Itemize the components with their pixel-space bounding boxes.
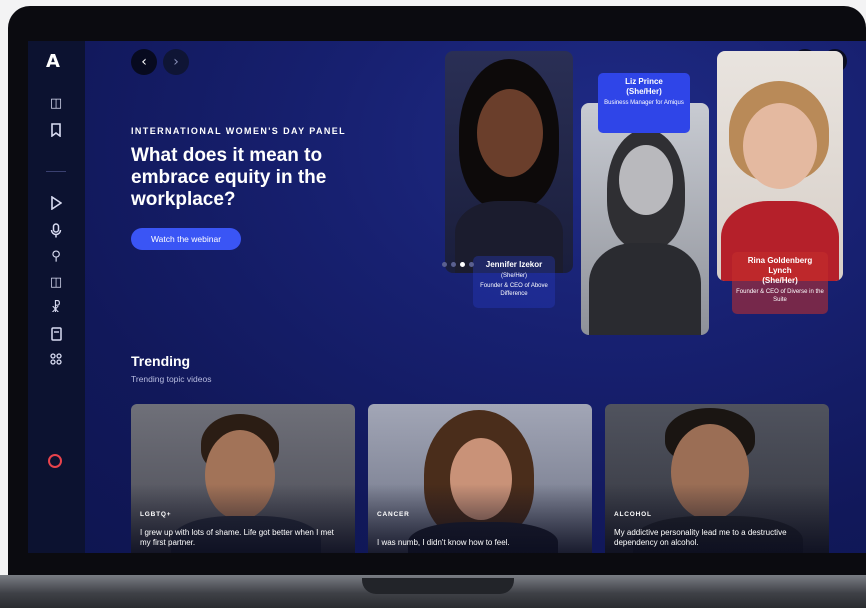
apps-icon[interactable] [48, 353, 64, 369]
certificate-icon[interactable]: ☧ [48, 301, 64, 317]
panelist-pronouns: (She/Her) [500, 273, 527, 279]
panelist-face [477, 89, 543, 177]
sidebar: A ◫ ⚲ ◫ ☧ [28, 41, 85, 553]
sidebar-divider [46, 171, 66, 172]
forward-button[interactable]: › [163, 49, 189, 75]
panelist-name-tag-3: Rina Goldenberg Lynch (She/Her) Founder … [732, 252, 828, 314]
video-card-1[interactable]: LGBTQ+ I grew up with lots of shame. Lif… [131, 404, 355, 553]
video-tag: LGBTQ+ [140, 511, 172, 518]
book-icon[interactable] [48, 327, 64, 343]
panelist-card-2[interactable] [581, 103, 709, 335]
video-card-2[interactable]: CANCER I was numb, I didn't know how to … [368, 404, 592, 553]
video-tag: ALCOHOL [614, 511, 652, 518]
panelist-face [619, 145, 673, 215]
video-quote: I grew up with lots of shame. Life got b… [140, 528, 334, 547]
microphone-icon[interactable] [48, 223, 64, 239]
layers-icon[interactable]: ◫ [48, 96, 64, 112]
panelist-name-tag-1: Jennifer Izekor (She/Her) Founder & CEO … [473, 256, 555, 308]
panelist-card-1[interactable] [445, 51, 573, 273]
hero-headline: What does it mean to embrace equity in t… [131, 145, 327, 210]
user-icon[interactable] [48, 454, 62, 468]
video-card-3[interactable]: ALCOHOL My addictive personality lead me… [605, 404, 829, 553]
panelist-face [743, 103, 817, 189]
courses-icon[interactable]: ◫ [48, 275, 64, 291]
carousel-dots [442, 262, 474, 267]
video-tag: CANCER [377, 511, 410, 518]
trending-title: Trending [131, 353, 191, 369]
trending-subtitle: Trending topic videos [131, 374, 212, 384]
panelist-pronouns: (She/Her) [626, 87, 662, 96]
carousel-dot[interactable] [451, 262, 456, 267]
carousel-dot[interactable] [469, 262, 474, 267]
panelist-role: Business Manager for Amiqus [604, 100, 684, 106]
panelist-pronouns: (She/Her) [762, 276, 798, 285]
panelist-card-3[interactable] [717, 51, 843, 281]
carousel-dot-active[interactable] [460, 262, 465, 267]
back-button[interactable]: ‹ [131, 49, 157, 75]
panelist-name: Liz Prince [625, 77, 663, 86]
app-screen: A ◫ ⚲ ◫ ☧ ‹ › ⚙ INTERNATIONAL WOMEN'S DA… [28, 41, 866, 553]
watch-webinar-button[interactable]: Watch the webinar [131, 228, 241, 250]
panelist-role: Founder & CEO of Diverse in the Suite [736, 289, 824, 303]
hero-eyebrow: INTERNATIONAL WOMEN'S DAY PANEL [131, 126, 347, 136]
bookmark-icon[interactable] [48, 123, 64, 139]
video-quote: I was numb, I didn't know how to feel. [377, 538, 510, 547]
laptop-notch [362, 578, 514, 594]
video-quote: My addictive personality lead me to a de… [614, 528, 787, 547]
carousel-dot[interactable] [442, 262, 447, 267]
app-logo[interactable]: A [46, 51, 60, 72]
play-icon[interactable] [48, 195, 64, 212]
panelist-name-tag-2: Liz Prince (She/Her) Business Manager fo… [598, 73, 690, 133]
panelist-role: Founder & CEO of Above Difference [480, 283, 548, 297]
panelist-name: Rina Goldenberg Lynch [747, 256, 813, 275]
panelist-body [589, 243, 701, 335]
podcast-icon[interactable]: ⚲ [48, 249, 64, 265]
panelist-name: Jennifer Izekor [485, 260, 543, 269]
